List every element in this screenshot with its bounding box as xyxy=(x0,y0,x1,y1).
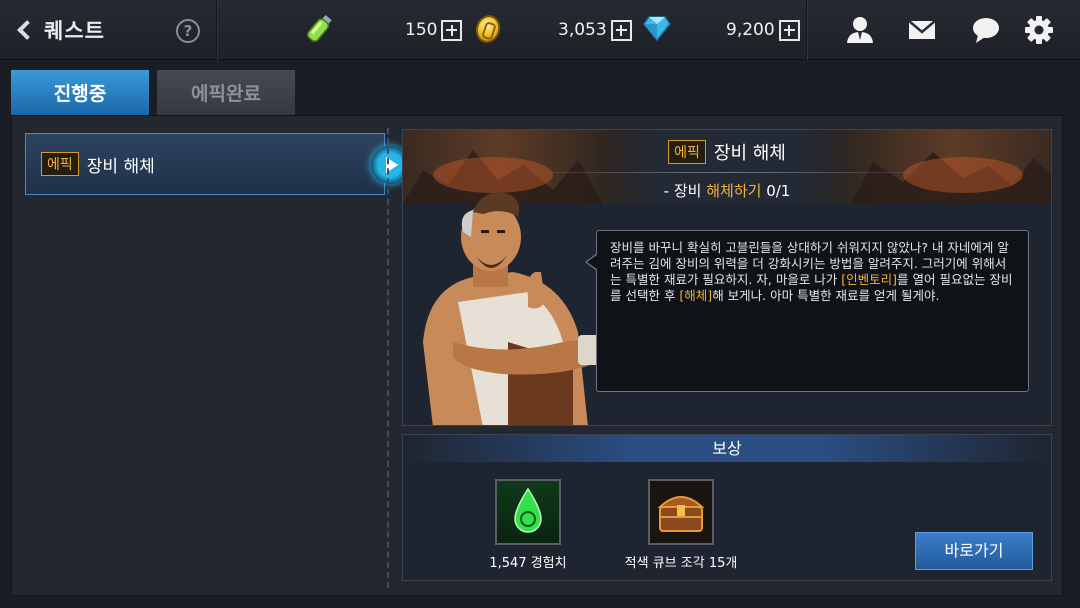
gold-counter: 3,053 xyxy=(558,18,632,42)
exp-drop-icon xyxy=(514,487,542,533)
quest-title-text: 장비 해체 xyxy=(713,143,786,164)
npc-dialog-box: 장비를 바꾸니 확실히 고블린들을 상대하기 쉬워지지 않았나? 내 자네에게 … xyxy=(585,230,1029,392)
quest-list-item[interactable]: 에픽 장비 해체 xyxy=(25,133,409,195)
back-chevron-icon xyxy=(17,20,37,40)
banner-divider-line xyxy=(503,172,951,173)
add-gold-button[interactable] xyxy=(610,19,632,41)
stamina-value: 150 xyxy=(405,20,438,40)
reward-label: 1,547 경험치 xyxy=(489,556,567,571)
tab-in-progress[interactable]: 진행중 xyxy=(11,70,149,115)
quest-title: 에픽 장비 해체 xyxy=(403,139,1051,165)
epic-badge: 에픽 xyxy=(668,140,706,164)
dialog-dismantle-highlight: [해체] xyxy=(679,288,713,303)
goto-button[interactable]: 바로가기 xyxy=(915,532,1033,570)
chat-icon[interactable] xyxy=(970,14,1002,46)
quest-list: 에픽 장비 해체 xyxy=(12,116,409,595)
quest-detail: 에픽 장비 해체 - 장비 해체하기 0/1 장비를 바꾸니 확실히 고블린들을… xyxy=(402,129,1052,426)
reward-item-exp[interactable]: 1,547 경험치 xyxy=(453,479,603,571)
stamina-counter: 150 xyxy=(405,18,463,42)
dashed-divider xyxy=(387,128,389,588)
back-button[interactable]: 퀘스트 xyxy=(12,14,122,46)
reward-label: 적색 큐브 조각 15개 xyxy=(624,556,738,571)
reward-panel: 보상 1,547 경험치 적색 큐브 조각 15개 바로가기 xyxy=(402,434,1052,581)
npc-portrait xyxy=(423,192,602,425)
help-icon[interactable]: ? xyxy=(176,19,200,43)
gem-value: 9,200 xyxy=(726,20,775,40)
top-bar-divider xyxy=(806,0,808,60)
gold-coin-icon xyxy=(472,11,504,47)
reward-slot xyxy=(648,479,714,545)
quest-panel: 에픽 장비 해체 에픽 장비 해체 - 장비 해체하기 0/1 장비를 바꾸니 … xyxy=(11,115,1063,596)
objective-progress: 0/1 xyxy=(761,182,791,200)
reward-item-cube[interactable]: 적색 큐브 조각 15개 xyxy=(606,479,756,571)
epic-badge: 에픽 xyxy=(41,152,79,176)
stamina-potion-icon xyxy=(306,15,332,42)
dialog-inventory-highlight: [인벤토리] xyxy=(841,272,898,287)
quest-list-item-name: 장비 해체 xyxy=(86,156,155,177)
add-stamina-button[interactable] xyxy=(441,19,463,41)
tab-epic-completed[interactable]: 에픽완료 xyxy=(157,70,295,115)
gold-value: 3,053 xyxy=(558,20,607,40)
objective-action: 해체하기 xyxy=(706,182,762,200)
mail-icon[interactable] xyxy=(906,14,938,46)
reward-header: 보상 xyxy=(403,435,1051,462)
objective-prefix: - 장비 xyxy=(663,182,707,200)
reward-slot xyxy=(495,479,561,545)
treasure-chest-icon xyxy=(657,496,705,532)
page-title: 퀘스트 xyxy=(44,19,105,43)
top-bar: 퀘스트 ? 150 3,053 9,200 xyxy=(0,0,1080,60)
gem-counter: 9,200 xyxy=(726,18,800,42)
top-bar-divider xyxy=(216,0,218,60)
settings-icon[interactable] xyxy=(1023,14,1055,46)
friend-icon[interactable] xyxy=(844,14,876,46)
gem-icon xyxy=(643,16,671,41)
dialog-text: 해 보게나. 아마 특별한 재료를 얻게 될게야. xyxy=(712,288,940,303)
add-gems-button[interactable] xyxy=(778,19,800,41)
